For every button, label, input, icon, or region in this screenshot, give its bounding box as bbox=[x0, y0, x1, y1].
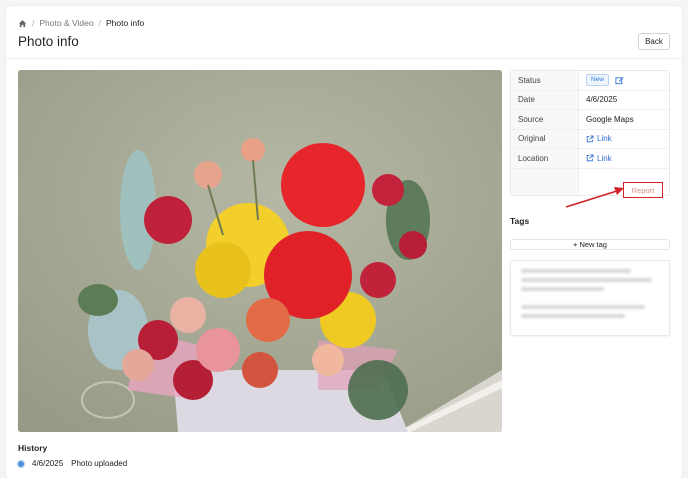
edit-icon[interactable] bbox=[615, 76, 624, 85]
breadcrumb-current: Photo info bbox=[105, 18, 145, 28]
home-icon[interactable] bbox=[18, 19, 27, 28]
redacted-line bbox=[521, 278, 653, 282]
info-key: Original bbox=[511, 129, 579, 148]
original-link[interactable]: Link bbox=[586, 134, 612, 143]
timeline-dot-icon bbox=[18, 460, 24, 467]
page-title: Photo info bbox=[18, 34, 79, 49]
info-key: Date bbox=[511, 90, 579, 109]
breadcrumb-photo-video[interactable]: Photo & Video bbox=[39, 18, 93, 28]
breadcrumb: / Photo & Video / Photo info bbox=[18, 18, 144, 28]
status-badge: New bbox=[586, 74, 610, 87]
redacted-line bbox=[521, 269, 632, 273]
original-link-label: Link bbox=[597, 134, 612, 144]
info-value: Link bbox=[579, 134, 669, 143]
external-link-icon bbox=[586, 135, 594, 142]
info-row-date: Date 4/6/2025 bbox=[511, 90, 669, 110]
info-row-original: Original Link bbox=[511, 129, 669, 149]
arrow-annotation-icon bbox=[565, 187, 624, 208]
info-value: 4/6/2025 bbox=[586, 95, 618, 105]
redacted-line bbox=[521, 287, 604, 291]
info-row-status: Status New bbox=[511, 71, 669, 91]
location-link[interactable]: Link bbox=[586, 154, 612, 163]
info-key: Status bbox=[511, 71, 579, 90]
photo-image bbox=[18, 70, 502, 432]
info-key: Source bbox=[511, 110, 579, 129]
history-date: 4/6/2025 bbox=[32, 459, 64, 468]
info-value: Link bbox=[579, 154, 669, 163]
info-value: Google Maps bbox=[586, 114, 634, 124]
info-value: New bbox=[579, 74, 669, 87]
info-row-location: Location Link bbox=[511, 149, 669, 169]
report-button[interactable]: Report bbox=[623, 182, 663, 198]
location-link-label: Link bbox=[597, 153, 612, 163]
tags-title: Tags bbox=[510, 216, 530, 226]
info-row-source: Source Google Maps bbox=[511, 110, 669, 130]
redacted-line bbox=[521, 305, 646, 309]
breadcrumb-separator: / bbox=[32, 18, 35, 28]
photo-info-card: / Photo & Video / Photo info Photo info … bbox=[6, 6, 682, 478]
history-title: History bbox=[18, 443, 48, 453]
new-tag-button[interactable]: + New tag bbox=[510, 239, 670, 250]
tags-box bbox=[510, 260, 670, 336]
info-key: Location bbox=[511, 149, 579, 168]
redacted-line bbox=[521, 314, 625, 318]
history-text: Photo uploaded bbox=[71, 459, 128, 468]
breadcrumb-separator: / bbox=[98, 18, 101, 28]
history-item: 4/6/2025 Photo uploaded bbox=[18, 459, 127, 468]
back-button[interactable]: Back bbox=[638, 33, 670, 50]
header-divider bbox=[6, 58, 682, 59]
photo-info-table: Status New Date 4/6/2025 Source Google M… bbox=[510, 70, 670, 196]
external-link-icon bbox=[586, 154, 594, 162]
